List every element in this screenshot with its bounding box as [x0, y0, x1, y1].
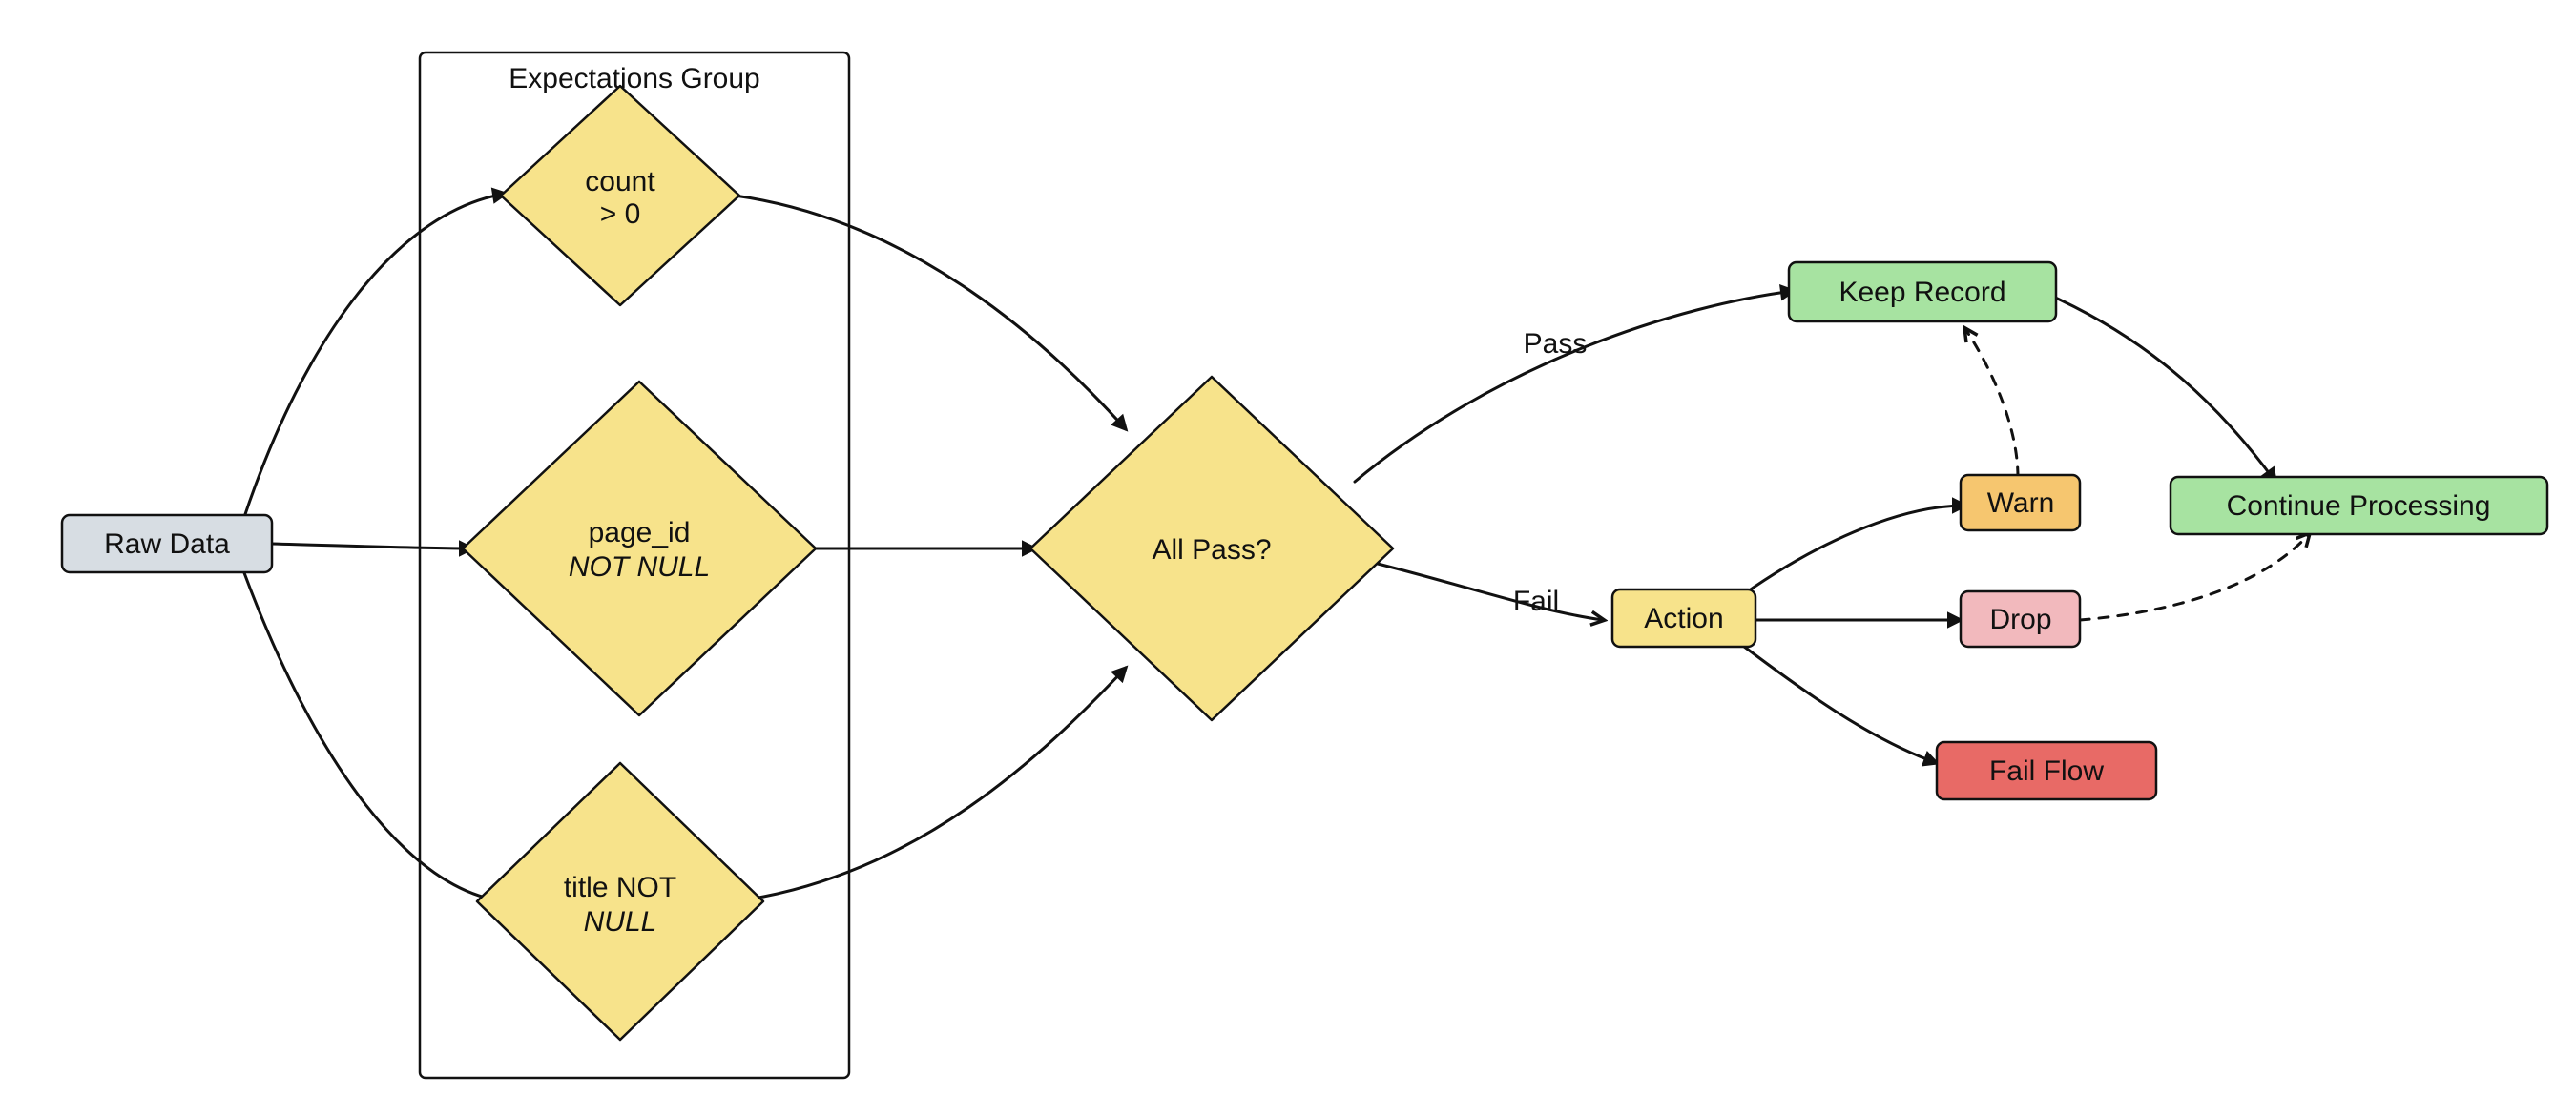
edge-drop-to-continue [2080, 534, 2309, 620]
node-keep-record: Keep Record [1789, 262, 2056, 321]
node-exp-count: count > 0 [501, 86, 739, 305]
node-action: Action [1612, 589, 1755, 647]
edge-allpass-to-action [1374, 563, 1603, 620]
svg-text:NULL: NULL [584, 906, 657, 938]
svg-text:Keep Record: Keep Record [1839, 277, 2005, 308]
edge-rawdata-to-pageid [272, 544, 472, 548]
edge-allpass-to-keeprecord [1355, 291, 1794, 482]
edge-count-to-allpass [735, 196, 1126, 429]
svg-text:NOT NULL: NOT NULL [569, 551, 710, 583]
edge-rawdata-to-title [243, 570, 506, 901]
svg-text:page_id: page_id [589, 517, 691, 548]
node-exp-pageid: page_id NOT NULL [463, 382, 816, 715]
svg-text:title NOT: title NOT [564, 872, 676, 903]
svg-text:count: count [585, 166, 655, 197]
edge-action-to-failflow [1732, 637, 1937, 763]
node-all-pass: All Pass? [1030, 377, 1393, 720]
svg-text:Fail Flow: Fail Flow [1989, 755, 2104, 787]
node-warn: Warn [1961, 475, 2080, 530]
svg-text:Continue Processing: Continue Processing [2227, 490, 2491, 522]
edge-action-to-warn [1732, 506, 1965, 603]
svg-text:All Pass?: All Pass? [1152, 534, 1271, 566]
svg-text:Action: Action [1644, 603, 1723, 634]
edge-warn-to-keeprecord [1965, 329, 2018, 477]
edge-keeprecord-to-continue [2051, 296, 2275, 482]
node-drop: Drop [1961, 591, 2080, 647]
edge-label-fail: Fail [1513, 586, 1559, 617]
node-fail-flow: Fail Flow [1937, 742, 2156, 799]
diagram-canvas: Pass Fail Keep Record (upwards) --> Cont… [0, 0, 2576, 1116]
svg-text:Raw Data: Raw Data [104, 528, 230, 560]
svg-text:Warn: Warn [1987, 487, 2055, 519]
edge-title-to-allpass [735, 668, 1126, 901]
svg-text:Expectations Group: Expectations Group [509, 63, 759, 94]
node-exp-title: title NOT NULL [477, 763, 763, 1040]
edge-label-pass: Pass [1524, 328, 1588, 360]
node-raw-data: Raw Data [62, 515, 272, 572]
node-continue-processing: Continue Processing [2171, 477, 2547, 534]
edge-rawdata-to-count [243, 194, 506, 520]
svg-text:> 0: > 0 [600, 198, 641, 230]
svg-text:Drop: Drop [1989, 604, 2051, 635]
